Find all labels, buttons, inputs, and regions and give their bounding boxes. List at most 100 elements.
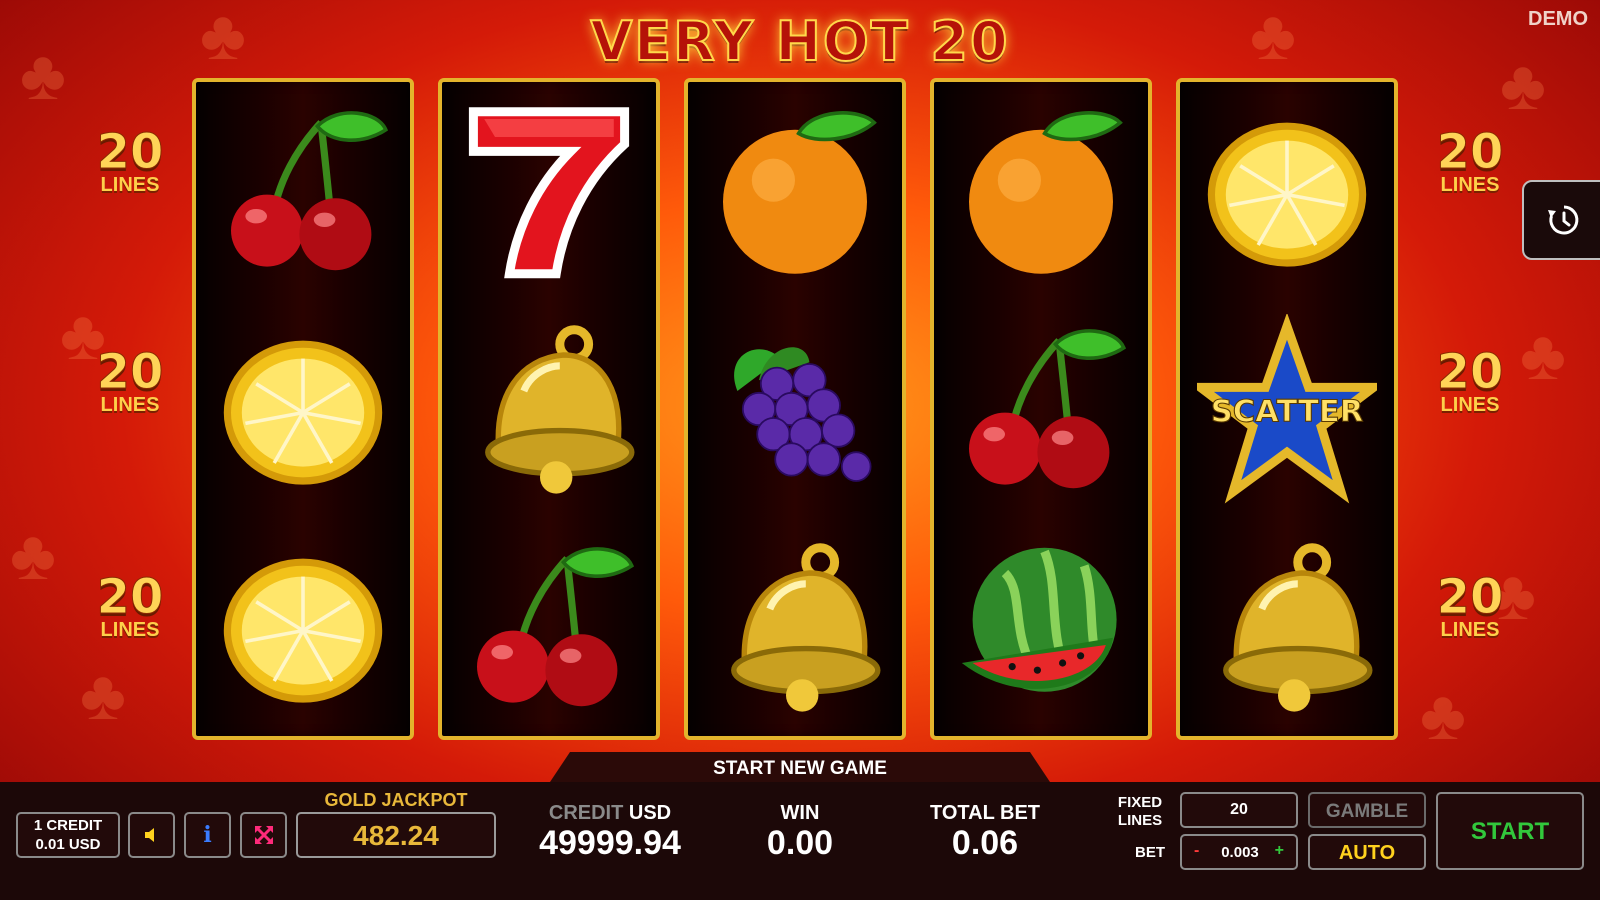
fixed-lines-display: 20 — [1180, 792, 1298, 828]
gamble-button[interactable]: GAMBLE — [1308, 792, 1426, 828]
jackpot-value: 482.24 — [353, 820, 439, 851]
fixed-lines-label-line1: FIXED — [1117, 794, 1163, 811]
payline-badge-right-1: 20 LINES — [1420, 128, 1520, 197]
win-label: WIN — [780, 802, 820, 824]
symbol-seven — [442, 82, 656, 300]
auto-label: AUTO — [1338, 842, 1396, 864]
symbol-orange — [934, 82, 1148, 300]
speaker-icon — [144, 828, 154, 842]
fullscreen-button[interactable] — [240, 812, 287, 858]
orange-icon — [723, 111, 877, 274]
payline-label: LINES — [1440, 394, 1500, 416]
status-bar: START NEW GAME — [0, 752, 1600, 782]
credit-value-line1: 1 CREDIT — [33, 817, 103, 834]
payline-count: 20 — [1436, 344, 1504, 400]
bet-label: BET — [1135, 844, 1165, 861]
payline-count: 20 — [96, 124, 164, 180]
reel-3 — [684, 78, 906, 740]
credit-value-button[interactable]: 1 CREDIT 0.01 USD — [16, 812, 120, 858]
credit-label-main: CREDIT — [548, 802, 624, 824]
symbol-watermelon — [934, 518, 1148, 736]
payline-badge-right-2: 20 LINES — [1420, 348, 1520, 417]
symbol-lemon — [1180, 82, 1394, 300]
status-message: START NEW GAME — [713, 758, 887, 779]
grapes-icon — [734, 347, 872, 482]
total-bet-label: TOTAL BET — [930, 802, 1040, 824]
total-bet-value: 0.06 — [951, 824, 1019, 862]
cherry-icon — [969, 329, 1127, 489]
win-value: 0.00 — [766, 824, 834, 862]
reel-1 — [192, 78, 414, 740]
reel-4 — [930, 78, 1152, 740]
lemon-icon — [1207, 122, 1367, 267]
payline-badge-right-3: 20 LINES — [1420, 573, 1520, 642]
clover-icon: ♣ — [80, 656, 126, 734]
history-icon — [1548, 205, 1579, 235]
symbol-bell — [1180, 518, 1394, 736]
lemon-icon — [223, 558, 383, 703]
payline-count: 20 — [1436, 569, 1504, 625]
reel-5: SCATTER — [1176, 78, 1398, 740]
fixed-lines-label: FIXED LINES — [1110, 794, 1170, 830]
bell-icon — [731, 543, 881, 712]
payline-label: LINES — [1440, 174, 1500, 196]
history-button[interactable] — [1522, 180, 1600, 260]
info-icon: i — [203, 822, 212, 848]
game-title: VERY HOT 20 — [589, 9, 1010, 74]
jackpot-label: GOLD JACKPOT — [324, 790, 468, 810]
watermelon-icon — [961, 547, 1117, 692]
bet-decrease-button[interactable]: - — [1194, 842, 1199, 860]
gamble-label: GAMBLE — [1325, 801, 1409, 822]
cherry-icon — [231, 111, 389, 271]
orange-icon — [969, 111, 1123, 274]
payline-label: LINES — [100, 619, 160, 641]
bet-value: 0.003 — [1221, 844, 1259, 861]
auto-button[interactable]: AUTO — [1308, 834, 1426, 870]
symbol-cherry — [442, 518, 656, 736]
payline-count: 20 — [96, 344, 164, 400]
payline-label: LINES — [100, 394, 160, 416]
symbol-cherry — [196, 82, 410, 300]
control-panel: 1 CREDIT 0.01 USD i GOLD JACKPOT 482.24 … — [0, 782, 1600, 900]
lemon-icon — [223, 340, 383, 485]
payline-count: 20 — [1436, 124, 1504, 180]
start-button[interactable]: START — [1436, 792, 1584, 870]
fixed-lines-label-line2: LINES — [1117, 812, 1163, 829]
credit-label: CREDIT USD — [530, 802, 690, 825]
reel-2 — [438, 78, 660, 740]
payline-badge-left-3: 20 LINES — [80, 573, 180, 642]
demo-badge: DEMO — [1528, 8, 1588, 30]
symbol-scatter: SCATTER — [1180, 300, 1394, 518]
fullscreen-icon — [254, 825, 273, 845]
clover-icon: ♣ — [1520, 316, 1566, 394]
payline-label: LINES — [100, 174, 160, 196]
bet-control: - 0.003 + — [1180, 834, 1298, 870]
credit-value: 49999.94 — [539, 824, 681, 862]
bell-icon — [1223, 543, 1373, 712]
payline-count: 20 — [96, 569, 164, 625]
scatter-label: SCATTER — [1211, 395, 1364, 430]
credit-value-line2: 0.01 USD — [35, 836, 101, 853]
fixed-lines-value: 20 — [1230, 801, 1248, 818]
bell-icon — [485, 325, 635, 494]
symbol-bell — [688, 518, 902, 736]
symbol-lemon — [196, 300, 410, 518]
payline-badge-left-2: 20 LINES — [80, 348, 180, 417]
bet-increase-button[interactable]: + — [1275, 842, 1284, 860]
symbol-lemon — [196, 518, 410, 736]
sound-button[interactable] — [128, 812, 175, 858]
info-button[interactable]: i — [184, 812, 231, 858]
seven-icon — [468, 107, 630, 279]
cherry-icon — [477, 547, 635, 707]
jackpot-display: 482.24 — [296, 812, 496, 858]
payline-label: LINES — [1440, 619, 1500, 641]
start-label: START — [1470, 818, 1550, 845]
payline-badge-left-1: 20 LINES — [80, 128, 180, 197]
scatter-icon: SCATTER — [1197, 314, 1377, 504]
symbol-cherry — [934, 300, 1148, 518]
clover-icon: ♣ — [1420, 676, 1466, 754]
symbol-grapes — [688, 300, 902, 518]
credit-label-currency: USD — [628, 802, 672, 824]
symbol-bell — [442, 300, 656, 518]
clover-icon: ♣ — [10, 516, 56, 594]
